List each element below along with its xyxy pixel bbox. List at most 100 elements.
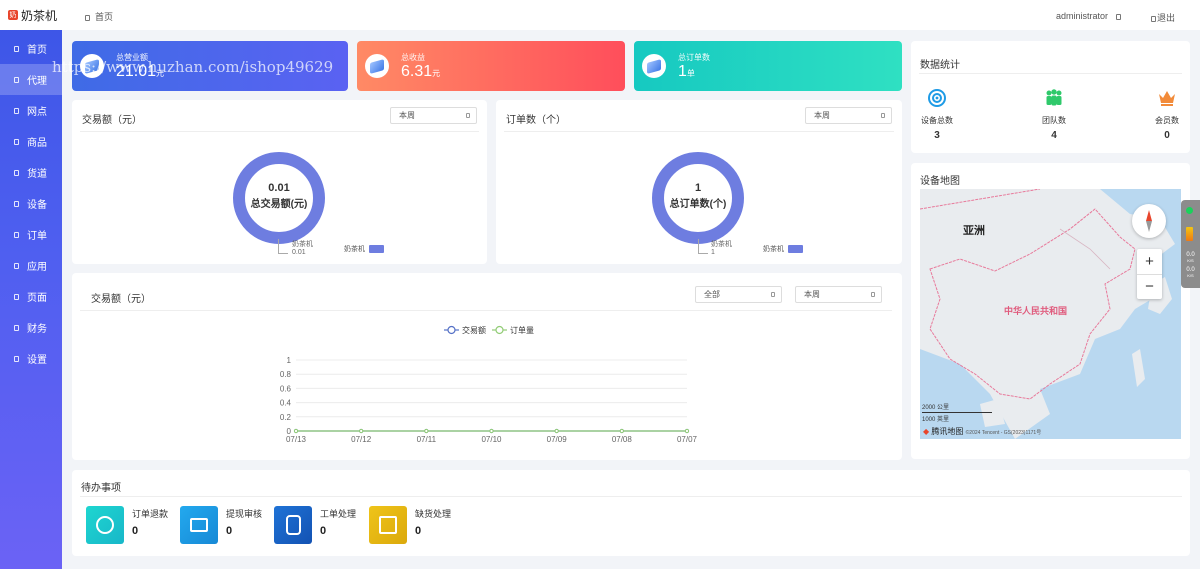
map-label-asia: 亚洲 xyxy=(963,225,985,237)
data-stats-card: 数据统计 设备总数 3 团队数 4 会员数 0 xyxy=(911,41,1190,153)
todo-item-ticket[interactable]: 工单处理 0 xyxy=(274,506,356,544)
device-map-card: 设备地图 亚洲 中华人民共和国 + − 2000 公里 1000 英里 ◆ 腾讯… xyxy=(911,163,1190,459)
scope-select[interactable]: 全部 xyxy=(695,286,782,303)
donut-center-label: 总交易额(元) xyxy=(250,199,308,210)
app-logo[interactable]: 奶 奶茶机 xyxy=(0,0,62,30)
sidebar-item-products[interactable]: 商品 xyxy=(0,126,62,157)
donut-card-orders: 订单数（个） 本周 1 总订单数(个) 奶茶机 1 奶茶机 xyxy=(496,100,902,264)
period-select[interactable]: 本周 xyxy=(390,107,477,124)
stat-teams[interactable]: 团队数 4 xyxy=(1032,88,1076,141)
legend-label: 订单量 xyxy=(510,325,534,335)
stat-label: 总收益 xyxy=(401,52,425,62)
map-attribution: ◆ 腾讯地图 ©2024 Tencent - GS(2023)1171号 xyxy=(923,426,1041,437)
page-icon xyxy=(14,293,19,300)
line-chart: 00.20.40.60.8107/13 07/12 07/11 07/10 07/09 0… xyxy=(280,325,698,444)
stat-unit: 元 xyxy=(432,68,441,78)
period-select[interactable]: 本周 xyxy=(795,286,882,303)
speed-readout: 0.0 K/S 0.0 K/S xyxy=(1183,252,1198,279)
stat-card-income: 总收益 6.31元 xyxy=(357,41,625,91)
sidebar-item-orders[interactable]: 订单 xyxy=(0,219,62,250)
map-view[interactable]: 亚洲 中华人民共和国 + − 2000 公里 1000 英里 ◆ 腾讯地图 ©2… xyxy=(920,189,1181,439)
sidebar-item-label: 订单 xyxy=(27,231,47,242)
logout-label: 退出 xyxy=(1157,13,1176,23)
select-value: 全部 xyxy=(704,290,720,299)
stat-value: 0 xyxy=(1164,130,1170,141)
y-tick-label: 0.6 xyxy=(280,384,292,393)
todo-label: 缺货处理 xyxy=(415,509,452,519)
order-icon xyxy=(14,231,19,238)
sidebar-item-pages[interactable]: 页面 xyxy=(0,281,62,312)
series-point xyxy=(359,428,364,434)
divider xyxy=(80,310,892,311)
compass-button[interactable] xyxy=(1132,204,1166,238)
divider xyxy=(504,131,894,132)
clipboard-check-icon xyxy=(274,506,312,544)
trend-card: 交易额（元） 全部 本周 0 0.2 0.4 0.6 0.8 1 07/13 07/12 07/… xyxy=(72,273,902,460)
sidebar-item-lanes[interactable]: 货道 xyxy=(0,157,62,188)
y-tick-label: 0.2 xyxy=(280,413,292,422)
logout-button[interactable]: 退出 xyxy=(1151,11,1175,24)
map-copyright: ©2024 Tencent - GS(2023)1171号 xyxy=(965,430,1042,436)
sidebar-item-settings[interactable]: 设置 xyxy=(0,343,62,374)
todo-item-stockout[interactable]: 缺货处理 0 xyxy=(369,506,451,544)
chevron-down-icon xyxy=(771,292,775,297)
sidebar-item-outlets[interactable]: 网点 xyxy=(0,95,62,126)
card-title: 交易额（元） xyxy=(82,115,142,126)
scale-metric: 2000 公里 xyxy=(922,405,950,411)
callout-label: 奶茶机 1 xyxy=(711,241,732,257)
sidebar-item-label: 设置 xyxy=(27,355,47,366)
stat-value: 6.31 xyxy=(401,62,433,80)
zoom-control: + − xyxy=(1137,249,1162,299)
series-point xyxy=(489,428,494,434)
tencent-map-logo-icon: ◆ xyxy=(923,427,930,436)
zoom-out-button[interactable]: − xyxy=(1137,274,1162,299)
donut-center-label: 总订单数(个) xyxy=(669,199,727,210)
divider xyxy=(80,131,479,132)
lane-icon xyxy=(14,169,19,176)
breadcrumb[interactable]: 首页 xyxy=(85,10,113,23)
sidebar: 奶 奶茶机 首页 代理 网点 商品 货道 设备 订单 应用 页面 财务 设置 xyxy=(0,0,62,569)
team-icon xyxy=(1046,89,1062,106)
zoom-in-button[interactable]: + xyxy=(1137,249,1162,274)
series-point xyxy=(684,428,690,434)
legend-item[interactable]: 奶茶机 xyxy=(763,244,803,254)
legend-label: 奶茶机 xyxy=(763,246,784,253)
app-name: 奶茶机 xyxy=(21,8,58,23)
callout-name: 奶茶机 xyxy=(711,241,732,248)
breadcrumb-home: 首页 xyxy=(95,12,114,22)
logout-icon xyxy=(1151,15,1156,22)
period-select[interactable]: 本周 xyxy=(805,107,892,124)
topbar: 首页 administrator 退出 xyxy=(62,0,1200,30)
callout-value: 0.01 xyxy=(292,249,306,256)
home-icon xyxy=(14,45,19,52)
stat-label: 会员数 xyxy=(1155,116,1179,125)
x-tick-label: 07/07 xyxy=(677,435,698,444)
sidebar-item-finance[interactable]: 财务 xyxy=(0,312,62,343)
logo-icon: 奶 xyxy=(8,10,18,20)
todo-item-refund[interactable]: 订单退款 0 xyxy=(86,506,168,544)
series-point xyxy=(293,428,299,434)
callout-value: 1 xyxy=(711,249,715,256)
todo-count: 0 xyxy=(320,525,327,537)
legend-item[interactable]: 奶茶机 xyxy=(344,244,384,254)
chevron-down-icon xyxy=(1116,13,1122,20)
todo-count: 0 xyxy=(415,525,422,537)
card-icon xyxy=(180,506,218,544)
sidebar-item-label: 货道 xyxy=(27,169,47,180)
legend-label: 交易额 xyxy=(462,325,486,335)
todo-item-withdraw[interactable]: 提现审核 0 xyxy=(180,506,262,544)
stat-value: 1 xyxy=(678,62,687,80)
user-menu[interactable]: administrator xyxy=(1056,11,1126,21)
stat-devices[interactable]: 设备总数 3 xyxy=(915,88,959,141)
box-plus-icon xyxy=(369,506,407,544)
stat-members[interactable]: 会员数 0 xyxy=(1145,88,1189,141)
sidebar-item-label: 首页 xyxy=(27,45,47,56)
y-tick-label: 0.4 xyxy=(280,399,292,408)
sidebar-item-apps[interactable]: 应用 xyxy=(0,250,62,281)
sidebar-item-label: 财务 xyxy=(27,324,47,335)
side-monitor-widget[interactable]: 0.0 K/S 0.0 K/S xyxy=(1181,200,1200,288)
outlet-icon xyxy=(14,107,19,114)
sidebar-item-devices[interactable]: 设备 xyxy=(0,188,62,219)
chevron-down-icon xyxy=(466,113,470,118)
divider xyxy=(80,496,1182,497)
